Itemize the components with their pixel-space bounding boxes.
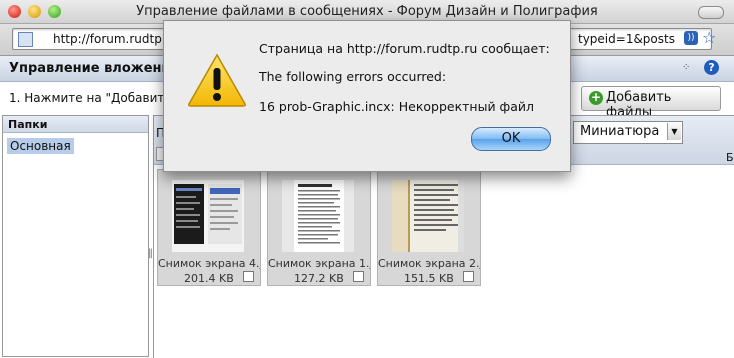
file-size: 201.4 KB [184,272,234,285]
file-name: Снимок экрана 2.j [378,257,480,270]
file-thumbnail[interactable]: Снимок экрана 1.j 127.2 KB [267,169,371,286]
file-name: Снимок экрана 4.j [158,257,260,270]
file-select-checkbox[interactable] [243,271,254,282]
folder-item-main[interactable]: Основная [7,138,74,154]
rss-icon[interactable]: )) [684,31,698,45]
url-text-right: typeid=1&posts [578,32,675,46]
toolbar-toggle-button[interactable] [698,6,724,19]
file-thumbnail[interactable]: Снимок экрана 4.j 201.4 KB [157,169,261,286]
alert-dialog: Страница на http://forum.rudtp.ru сообща… [163,20,571,172]
url-text-left: http://forum.rudtp [53,32,162,46]
file-size: 151.5 KB [404,272,454,285]
folders-header: Папки [3,116,148,133]
plus-icon: + [589,90,603,105]
help-icon[interactable]: ? [704,60,719,75]
site-favicon-icon [18,32,33,47]
screenshot-thumbnail-image [392,180,464,252]
bookmark-star-icon[interactable]: ☆ [702,28,716,47]
file-select-checkbox[interactable] [353,271,364,282]
chevron-down-icon: ▼ [667,123,681,140]
window-title: Управление файлами в сообщениях - Форум … [136,4,598,19]
file-name: Снимок экрана 1.j [268,257,370,270]
dialog-line-2: The following errors occurred: [259,69,447,84]
ok-button[interactable]: OK [471,127,551,151]
screenshot-thumbnail-image [282,180,354,252]
file-size: 127.2 KB [294,272,344,285]
folders-pane: Папки Основная [2,115,149,357]
view-mode-select[interactable]: Миниатюра ▼ [573,121,683,144]
files-header-edge: Б [726,151,734,164]
add-files-button[interactable]: + Добавить файлы [581,86,721,120]
loading-spinner-icon: ⁘ [682,62,690,73]
warning-icon [188,53,246,107]
dialog-line-3: 16 prob-Graphic.incx: Некорректный файл [259,99,535,114]
screenshot-thumbnail-image [172,180,244,252]
file-select-checkbox[interactable] [463,271,474,282]
step-instruction: 1. Нажмите на "Добавить [9,91,172,105]
dialog-line-1: Страница на http://forum.rudtp.ru сообща… [259,41,550,56]
file-thumbnail[interactable]: Снимок экрана 2.j 151.5 KB [377,169,481,286]
page-title: Управление вложени [9,61,171,76]
view-mode-value: Миниатюра [580,124,660,139]
